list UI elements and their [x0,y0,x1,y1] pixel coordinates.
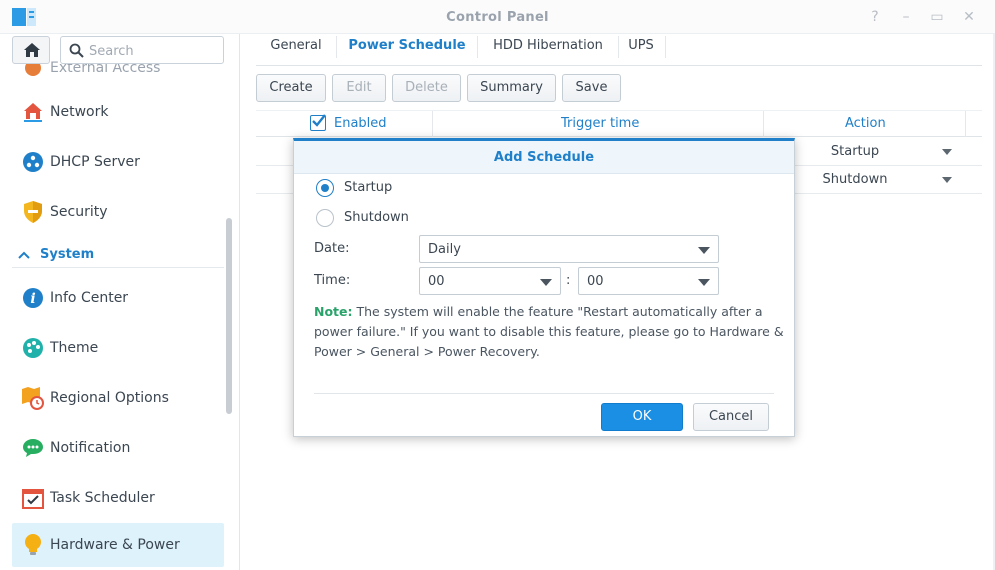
sidebar-item-label: Security [50,204,108,220]
minimize-icon[interactable]: – [898,9,914,25]
map-clock-icon [20,385,46,411]
tab-bar: General Power Schedule HDD Hibernation U… [256,34,982,66]
help-icon[interactable]: ? [867,9,883,25]
dialog-title: Add Schedule [493,150,595,165]
checkmark-icon [312,114,326,127]
add-schedule-dialog: Add Schedule Startup Shutdown Date: Dail… [293,138,795,437]
sidebar-item-network[interactable]: Network [12,90,224,134]
calendar-check-icon [20,485,46,511]
home-button[interactable] [12,36,50,64]
sidebar-item-dhcp-server[interactable]: DHCP Server [12,140,224,184]
time-label: Time: [314,273,351,288]
chevron-down-icon[interactable] [942,177,952,183]
search-box[interactable] [60,36,224,64]
lightbulb-icon [20,532,46,558]
cancel-button[interactable]: Cancel [693,403,769,431]
create-button[interactable]: Create [256,74,326,102]
chat-bubble-icon [20,435,46,461]
startup-radio-label[interactable]: Startup [344,180,392,195]
dialog-divider [314,393,774,394]
shutdown-radio[interactable] [316,209,334,227]
chevron-down-icon [698,247,710,254]
chevron-down-icon [540,279,552,286]
sidebar: External Access Network [0,34,240,570]
column-enabled[interactable]: Enabled [334,116,387,131]
delete-button[interactable]: Delete [392,74,461,102]
column-divider [763,111,764,137]
column-divider [432,111,433,137]
sidebar-item-label: Info Center [50,290,129,306]
tab-hdd-hibernation[interactable]: HDD Hibernation [478,38,618,64]
time-separator: : [566,273,571,288]
search-icon [69,43,84,58]
sidebar-item-notification[interactable]: Notification [12,426,224,470]
ok-button[interactable]: OK [601,403,683,431]
sidebar-item-info-center[interactable]: i Info Center [12,276,224,320]
shutdown-radio-label[interactable]: Shutdown [344,210,409,225]
sidebar-item-label: Hardware & Power [50,537,180,553]
chevron-down-icon[interactable] [942,149,952,155]
row-action-value: Startup [830,144,880,159]
column-divider [965,111,966,137]
sidebar-item-hardware-power[interactable]: Hardware & Power [12,523,224,567]
schedule-grid-header: Enabled Trigger time Action [256,110,982,137]
minute-select[interactable]: 00 [578,267,719,295]
network-icon [20,99,46,125]
section-label: System [40,247,95,262]
sidebar-item-label: Network [50,104,109,120]
tab-power-schedule[interactable]: Power Schedule [337,38,477,64]
minute-select-value: 00 [587,274,604,289]
title-bar: Control Panel ? – ▭ ✕ [0,0,995,34]
note-label: Note: [314,304,353,319]
info-icon: i [20,285,46,311]
search-input[interactable] [89,41,217,61]
hour-select[interactable]: 00 [419,267,561,295]
startup-radio[interactable] [316,179,334,197]
tab-divider [665,36,666,58]
column-action[interactable]: Action [845,116,886,131]
chevron-down-icon [698,279,710,286]
sidebar-item-label: Regional Options [50,390,169,406]
enabled-header-checkbox[interactable] [310,114,326,131]
home-icon [24,43,40,57]
section-system-header[interactable]: System [12,242,224,268]
edit-button[interactable]: Edit [332,74,386,102]
sidebar-item-label: DHCP Server [50,154,140,170]
chevron-up-icon [18,251,30,259]
save-button[interactable]: Save [562,74,621,102]
sidebar-item-label: Notification [50,440,131,456]
sidebar-item-task-scheduler[interactable]: Task Scheduler [12,476,224,520]
dhcp-icon [20,149,46,175]
shield-icon [20,199,46,225]
sidebar-scrollbar[interactable] [226,218,232,414]
power-recovery-note: Note: The system will enable the feature… [314,302,784,362]
date-select-value: Daily [428,242,461,257]
column-trigger-time[interactable]: Trigger time [561,116,639,131]
palette-icon [20,335,46,361]
row-action-value: Shutdown [822,172,888,187]
summary-button[interactable]: Summary [467,74,556,102]
maximize-icon[interactable]: ▭ [929,9,945,25]
dialog-header: Add Schedule [294,141,794,174]
tab-general[interactable]: General [256,38,336,64]
tab-ups[interactable]: UPS [619,38,663,64]
date-label: Date: [314,241,350,256]
sidebar-item-theme[interactable]: Theme [12,326,224,370]
note-text: The system will enable the feature "Rest… [314,304,784,359]
close-icon[interactable]: ✕ [961,9,977,25]
sidebar-item-security[interactable]: Security [12,190,224,234]
window-title: Control Panel [446,10,549,25]
date-select[interactable]: Daily [419,235,719,263]
sidebar-item-label: Theme [50,340,99,356]
hour-select-value: 00 [428,274,445,289]
sidebar-item-regional-options[interactable]: Regional Options [12,376,224,420]
sidebar-item-label: Task Scheduler [50,490,155,506]
svg-text:i: i [30,291,35,307]
